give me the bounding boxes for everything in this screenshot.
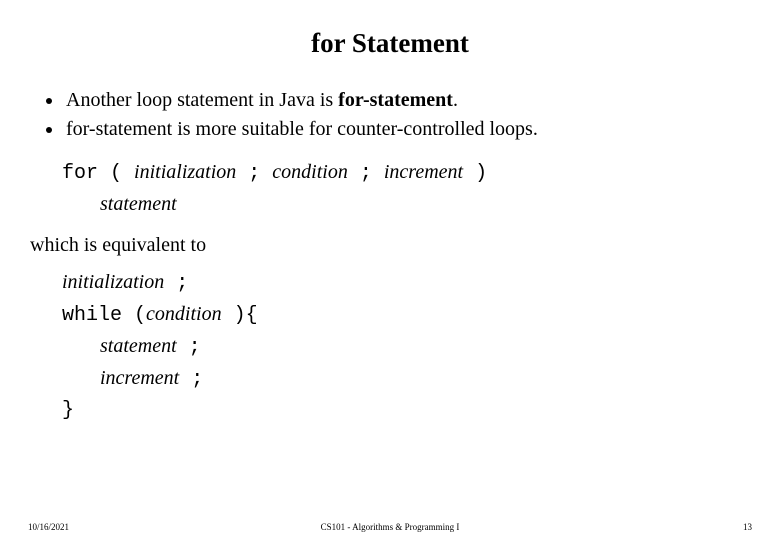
initialization-term: initialization: [134, 161, 236, 183]
slide-footer: 10/16/2021 CS101 - Algorithms & Programm…: [0, 522, 780, 532]
semicolon: ;: [236, 162, 272, 185]
increment-term: increment: [100, 367, 179, 389]
equivalent-text: which is equivalent to: [30, 234, 752, 257]
slide-title: for Statement: [28, 28, 752, 59]
increment-term: increment: [384, 161, 463, 183]
semicolon: ;: [179, 368, 203, 391]
paren: ): [463, 162, 487, 185]
while-keyword: while: [62, 304, 122, 327]
bullet-list: Another loop statement in Java is for-st…: [28, 87, 752, 143]
paren: (: [98, 162, 134, 185]
bullet-item: Another loop statement in Java is for-st…: [64, 87, 752, 114]
slide: for Statement Another loop statement in …: [0, 0, 780, 540]
condition-term: condition: [272, 161, 348, 183]
bold-term: for-statement: [338, 89, 453, 111]
semicolon: ;: [164, 272, 188, 295]
bullet-text: .: [453, 89, 458, 111]
code-line: while (condition ){: [62, 299, 752, 331]
semicolon: ;: [348, 162, 384, 185]
bullet-text: for-statement is more suitable for count…: [66, 118, 538, 140]
semicolon: ;: [177, 336, 201, 359]
code-line: initialization ;: [62, 267, 752, 299]
for-keyword: for: [62, 162, 98, 185]
footer-page-number: 13: [743, 522, 752, 532]
statement-term: statement: [100, 335, 177, 357]
bullet-item: for-statement is more suitable for count…: [64, 116, 752, 143]
brace: ){: [222, 304, 258, 327]
brace: }: [62, 395, 752, 426]
initialization-term: initialization: [62, 271, 164, 293]
footer-date: 10/16/2021: [28, 522, 69, 532]
condition-term: condition: [146, 303, 222, 325]
paren: (: [122, 304, 146, 327]
footer-course: CS101 - Algorithms & Programming I: [0, 522, 780, 532]
code-line: statement ;: [100, 331, 752, 363]
code-line: increment ;: [100, 363, 752, 395]
statement-term: statement: [100, 189, 752, 220]
bullet-text: Another loop statement in Java is: [66, 89, 338, 111]
syntax-line: for ( initialization ; condition ; incre…: [62, 157, 752, 189]
for-syntax: for ( initialization ; condition ; incre…: [62, 157, 752, 220]
while-equivalent: initialization ; while (condition ){ sta…: [62, 267, 752, 426]
